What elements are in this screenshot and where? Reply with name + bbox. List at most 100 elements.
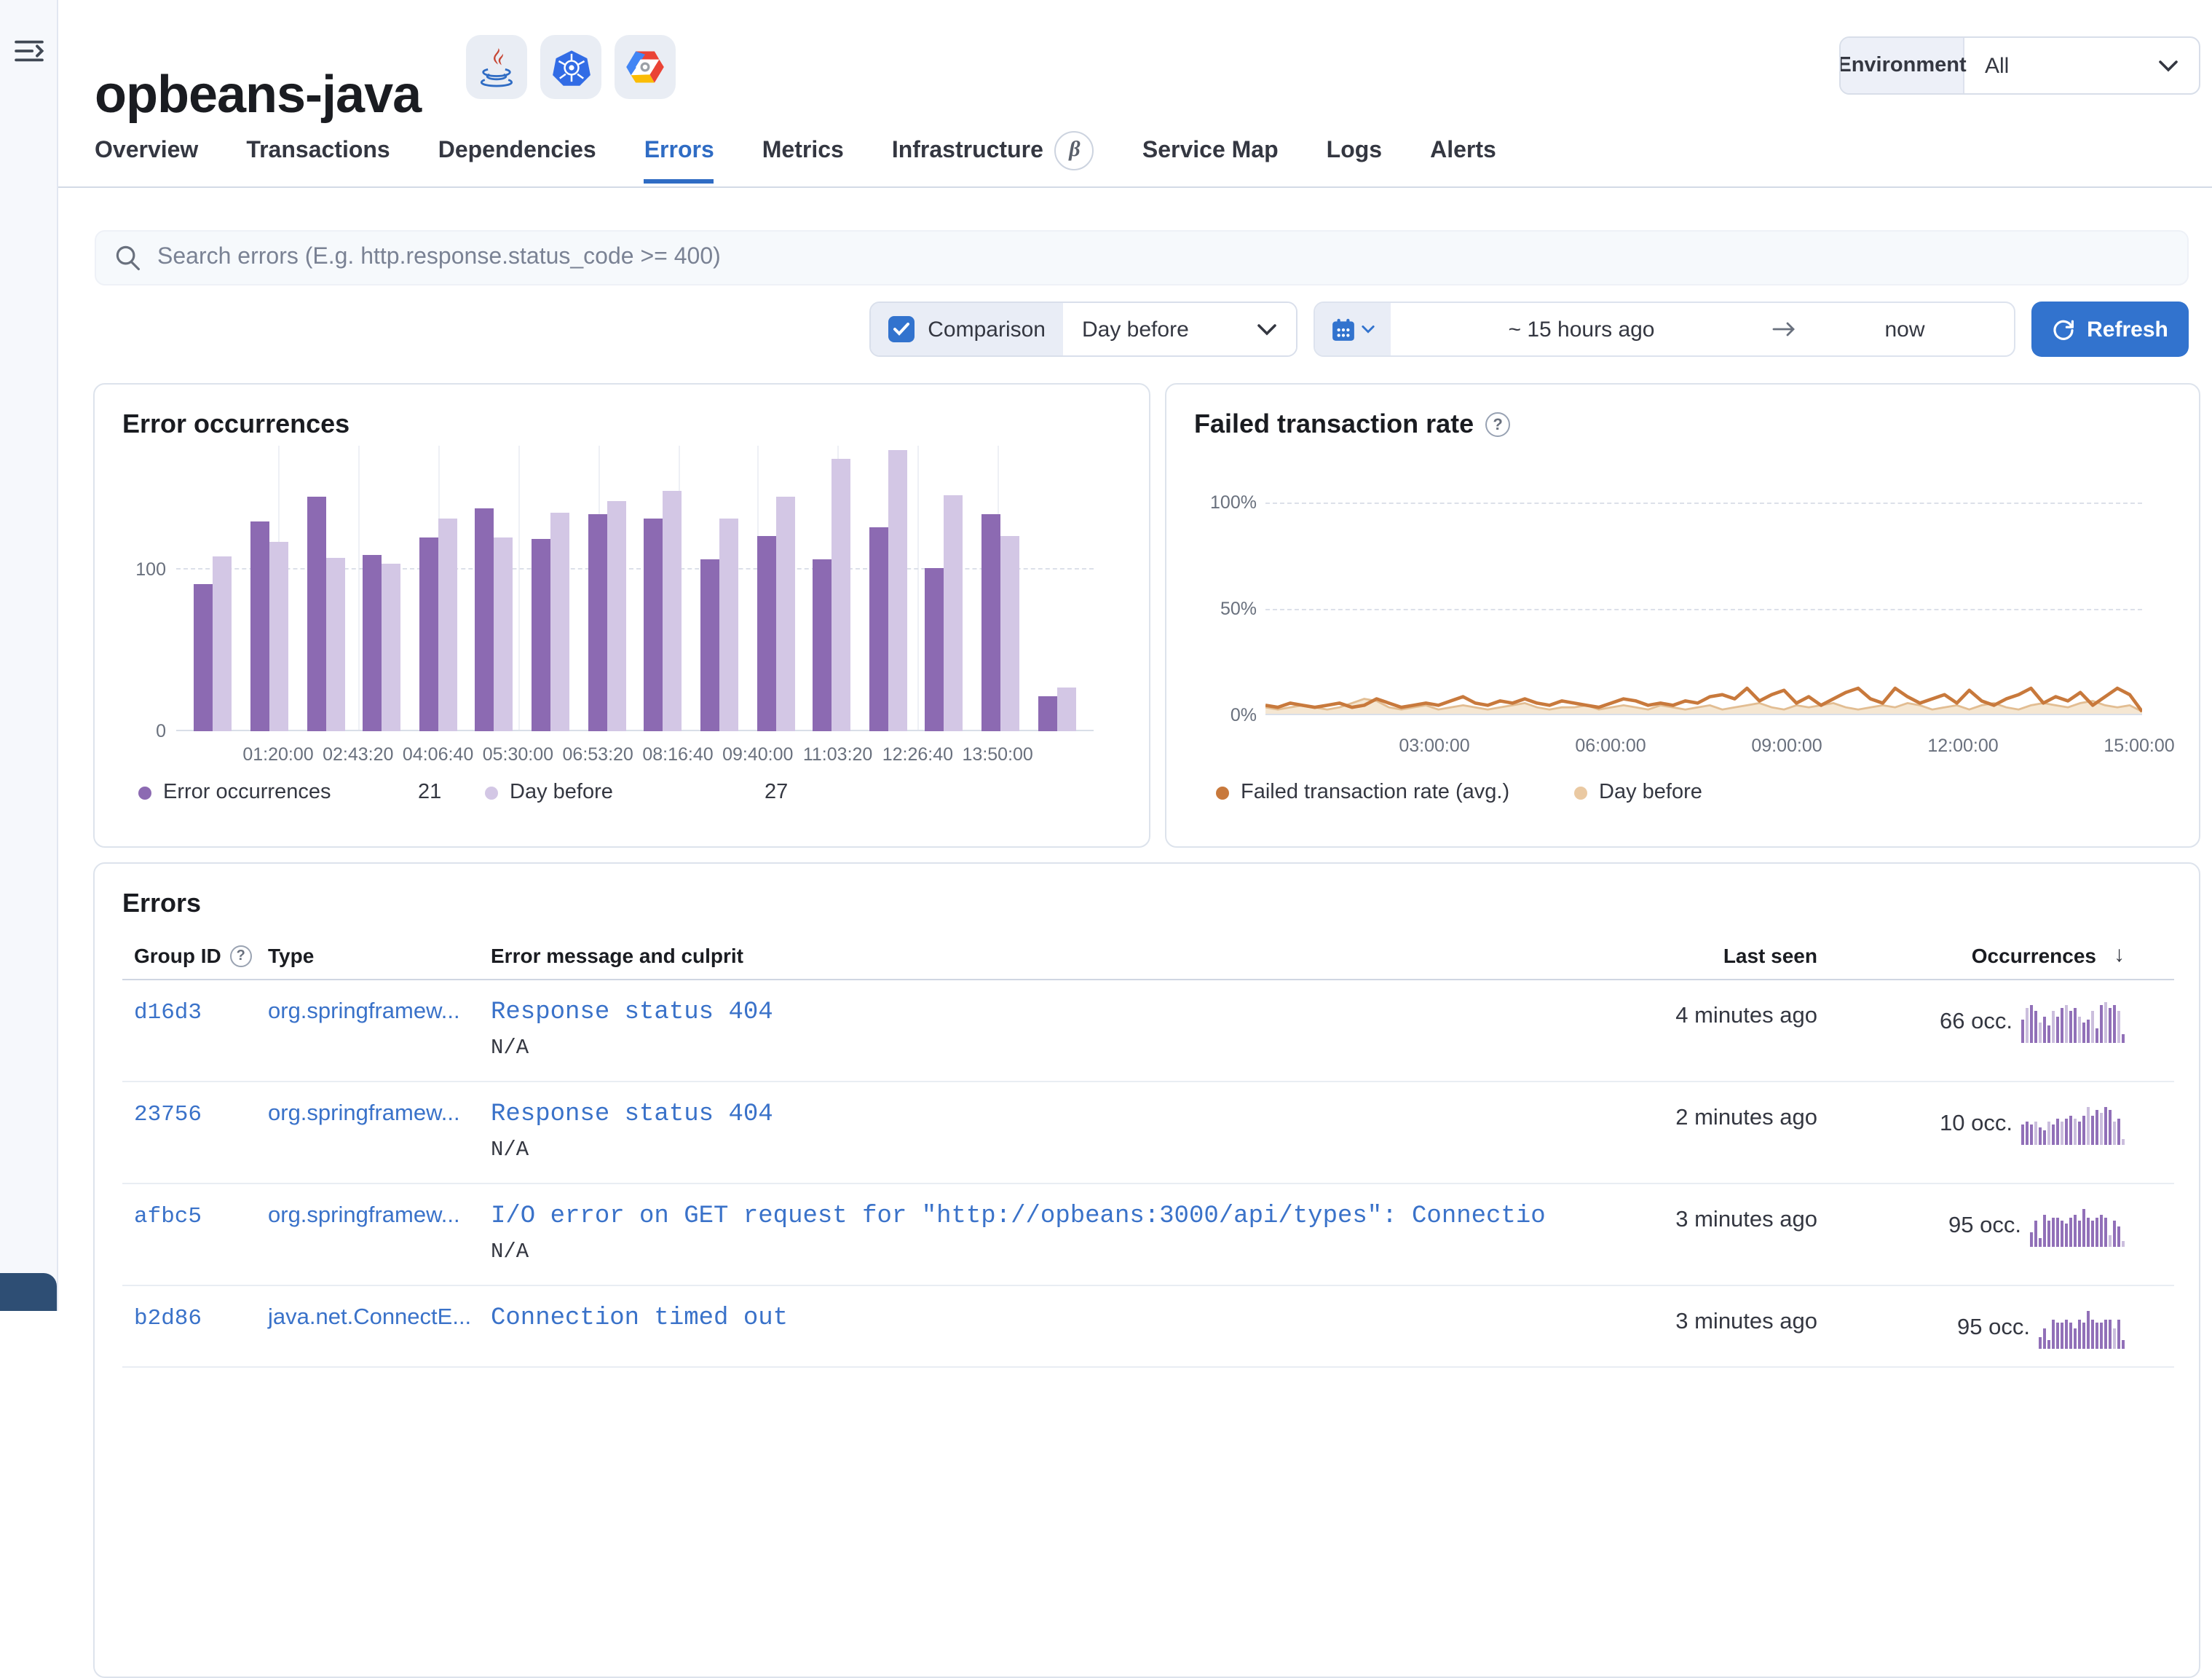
- legend-item-day-before[interactable]: Day before: [485, 781, 613, 804]
- error-type-link[interactable]: java.net.ConnectE...: [268, 1305, 471, 1330]
- last-seen-value: 3 minutes ago: [1675, 1309, 1817, 1334]
- x-tick-label: 15:00:00: [2104, 736, 2175, 756]
- column-header-occurrences[interactable]: Occurrences ↓: [1817, 942, 2174, 967]
- bar-day-before: [719, 519, 738, 731]
- x-tick-label: 09:40:00: [722, 744, 794, 765]
- legend-label: Error occurrences: [163, 781, 331, 804]
- error-message-link[interactable]: I/O error on GET request for "http://opb…: [491, 1203, 1570, 1231]
- failed-transaction-rate-chart[interactable]: [1265, 503, 2142, 715]
- errors-table-panel: Errors Group ID? Type Error message and …: [93, 862, 2200, 1678]
- error-search-bar[interactable]: [95, 230, 2189, 285]
- tab-errors[interactable]: Errors: [644, 138, 714, 184]
- bar-day-before: [213, 556, 232, 731]
- tab-service-map[interactable]: Service Map: [1142, 138, 1279, 184]
- table-row: 23756 org.springframew... Response status …: [122, 1082, 2174, 1184]
- bar-day-before: [325, 558, 345, 731]
- table-header-row: Group ID? Type Error message and culprit…: [122, 937, 2174, 980]
- tab-transactions[interactable]: Transactions: [246, 138, 390, 184]
- legend-value-text: 21: [418, 781, 442, 804]
- legend-item-day-before[interactable]: Day before: [1574, 781, 1702, 804]
- refresh-icon: [2053, 320, 2074, 340]
- bar-day-before: [438, 519, 457, 731]
- error-group-id-link[interactable]: 23756: [134, 1101, 202, 1127]
- search-input[interactable]: [154, 243, 2168, 272]
- bar-day-before: [888, 450, 907, 731]
- x-tick-label: 11:03:20: [802, 744, 873, 765]
- y-axis-label: 100: [135, 559, 166, 580]
- menu-open-button[interactable]: [10, 35, 47, 71]
- tab-overview[interactable]: Overview: [95, 138, 198, 184]
- time-range-start[interactable]: ~ 15 hours ago: [1391, 303, 1772, 355]
- legend-label: Failed transaction rate (avg.): [1241, 781, 1510, 804]
- java-icon: [466, 35, 527, 99]
- collapsed-nav-rail: [0, 0, 58, 1311]
- error-message-link[interactable]: Response status 404: [491, 999, 1570, 1027]
- arrow-right-icon: [1772, 303, 1796, 355]
- chevron-down-icon: [2158, 53, 2179, 78]
- bar-day-before: [550, 512, 570, 731]
- error-occurrences-chart[interactable]: [176, 446, 1094, 731]
- error-message-link[interactable]: Response status 404: [491, 1101, 1570, 1129]
- environment-select[interactable]: Environment All: [1839, 36, 2200, 95]
- bar-day-before: [1056, 687, 1076, 731]
- bar-current: [363, 555, 382, 731]
- service-tabs: Overview Transactions Dependencies Errors Me…: [95, 130, 1496, 184]
- error-occurrences-panel: Error occurrences 100 0 01:20:00 02:43:20…: [93, 383, 1150, 848]
- kubernetes-icon: [540, 35, 601, 99]
- x-tick-label: 12:00:00: [1927, 736, 1999, 756]
- legend-dot-icon: [1574, 786, 1587, 799]
- google-cloud-icon: [615, 35, 676, 99]
- chart-legend: Failed transaction rate (avg.) Day befor…: [1166, 781, 2199, 816]
- error-type-link[interactable]: org.springframew...: [268, 1203, 460, 1228]
- tab-logs[interactable]: Logs: [1327, 138, 1382, 184]
- x-tick-label: 06:00:00: [1575, 736, 1646, 756]
- column-header-last-seen[interactable]: Last seen: [1570, 943, 1817, 966]
- bar-current: [307, 496, 326, 731]
- x-tick-label: 09:00:00: [1751, 736, 1822, 756]
- question-mark-icon[interactable]: ?: [229, 945, 252, 966]
- legend-item-failed-rate[interactable]: Failed transaction rate (avg.): [1216, 781, 1509, 804]
- nav-rail-bottom-accent: [0, 1273, 57, 1311]
- error-type-link[interactable]: org.springframew...: [268, 999, 460, 1024]
- help-icon[interactable]: ?: [1485, 412, 1511, 437]
- y-axis-label: 100%: [1210, 492, 1257, 513]
- error-group-id-link[interactable]: afbc5: [134, 1203, 202, 1229]
- comparison-select[interactable]: Day before: [1063, 303, 1296, 355]
- legend-value: 27: [765, 781, 788, 804]
- legend-value: 21: [418, 781, 441, 804]
- error-group-id-link[interactable]: b2d86: [134, 1305, 202, 1331]
- error-culprit: N/A: [491, 1037, 529, 1060]
- error-group-id-link[interactable]: d16d3: [134, 999, 202, 1025]
- quick-select-button[interactable]: [1315, 303, 1391, 355]
- sort-descending-icon: ↓: [2114, 942, 2125, 967]
- legend-item-error-occurrences[interactable]: Error occurrences: [138, 781, 331, 804]
- chevron-down-icon: [1257, 317, 1277, 342]
- occurrences-sparkline: [2021, 1101, 2125, 1145]
- tab-alerts[interactable]: Alerts: [1430, 138, 1496, 184]
- x-tick-label: 05:30:00: [482, 744, 554, 765]
- comparison-group: Comparison Day before: [869, 302, 1297, 357]
- error-occurrences-title: Error occurrences: [122, 409, 350, 438]
- bar-current: [869, 527, 888, 731]
- x-axis-ticks: 01:20:00 02:43:20 04:06:40 05:30:00 06:53:20…: [176, 744, 1094, 771]
- error-type-link[interactable]: org.springframew...: [268, 1101, 460, 1126]
- tab-metrics[interactable]: Metrics: [762, 138, 844, 184]
- bar-current: [700, 559, 719, 731]
- bar-day-before: [944, 495, 963, 731]
- legend-dot-icon: [1216, 786, 1229, 799]
- table-row: afbc5 org.springframew... I/O error on GET…: [122, 1184, 2174, 1286]
- gridline-vertical: [917, 446, 920, 731]
- x-tick-label: 06:53:20: [562, 744, 633, 765]
- tab-infrastructure[interactable]: Infrastructure β: [892, 130, 1094, 184]
- table-row: d16d3 org.springframew... Response status …: [122, 980, 2174, 1082]
- error-message-link[interactable]: Connection timed out: [491, 1305, 1570, 1333]
- comparison-checkbox[interactable]: Comparison: [871, 303, 1063, 355]
- table-row: b2d86 java.net.ConnectE... Connection time…: [122, 1286, 2174, 1368]
- time-range-end[interactable]: now: [1796, 303, 2014, 355]
- chevron-down-icon: [1362, 325, 1375, 334]
- checkbox-checked-icon: [888, 316, 915, 342]
- refresh-button[interactable]: Refresh: [2031, 302, 2189, 357]
- tab-dependencies[interactable]: Dependencies: [438, 138, 596, 184]
- chart-legend: Error occurrences 21 Day before 27: [95, 781, 1149, 816]
- y-axis-label: 0%: [1230, 705, 1257, 725]
